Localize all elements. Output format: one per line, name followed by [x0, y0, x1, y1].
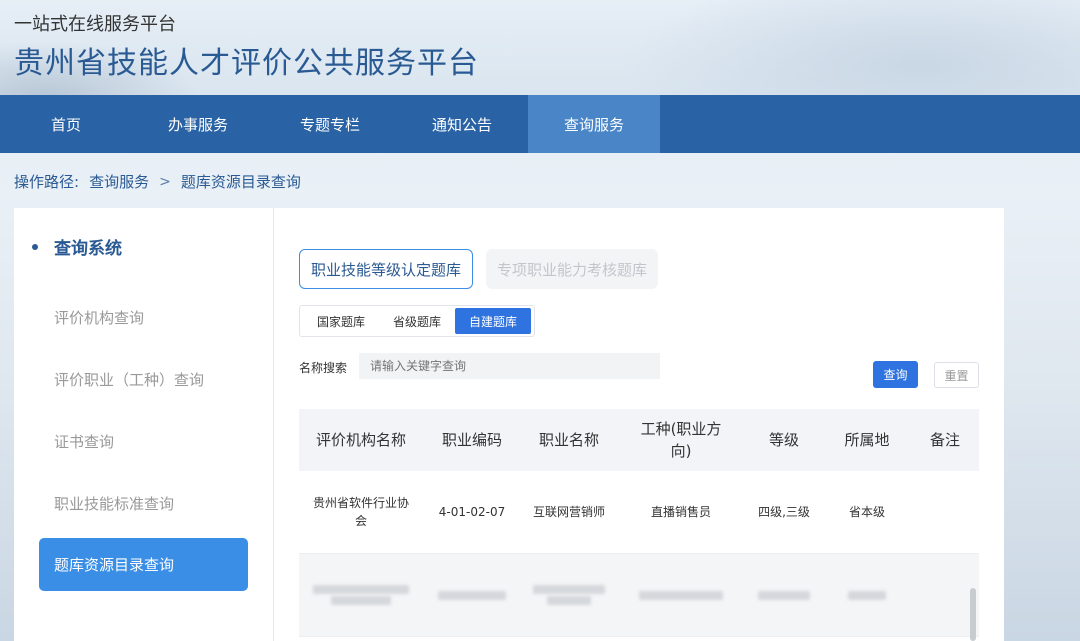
bank-type-segmented-control: 国家题库 省级题库 自建题库: [299, 305, 536, 337]
site-title: 贵州省技能人才评价公共服务平台: [14, 46, 479, 81]
redacted-cell: [423, 554, 521, 636]
sidebar-item-institution[interactable]: 评价机构查询: [54, 307, 144, 328]
sidebar: 查询系统 评价机构查询 评价职业（工种）查询 证书查询 职业技能标准查询 题库资…: [14, 208, 274, 641]
column-header: 等级: [768, 431, 799, 449]
sidebar-heading-label: 查询系统: [54, 239, 122, 259]
sidebar-item-standard[interactable]: 职业技能标准查询: [54, 493, 174, 514]
column-header: 评价机构名称: [315, 431, 406, 449]
table-row-redacted: [299, 554, 979, 637]
content-area: 职业技能等级认定题库 专项职业能力考核题库 国家题库 省级题库 自建题库 名称搜…: [299, 208, 999, 641]
nav-item-topics[interactable]: 专题专栏: [264, 95, 396, 153]
segment-self-built[interactable]: 自建题库: [455, 308, 532, 334]
sidebar-item-certificate[interactable]: 证书查询: [54, 431, 114, 452]
reset-button[interactable]: 重置: [934, 362, 979, 388]
column-header: 职业名称: [538, 431, 599, 449]
table-cell: 直播销售员: [650, 505, 711, 519]
site-header: 一站式在线服务平台 贵州省技能人才评价公共服务平台: [0, 0, 1080, 95]
table-header: 评价机构名称 职业编码 职业名称 工种(职业方向) 等级 所属地 备注: [299, 409, 979, 471]
breadcrumb: 操作路径: 查询服务 > 题库资源目录查询: [14, 171, 301, 192]
sidebar-heading: 查询系统: [32, 234, 122, 259]
table-cell: 互联网营销师: [532, 505, 605, 519]
search-input[interactable]: [359, 353, 660, 379]
breadcrumb-level2: 题库资源目录查询: [180, 173, 301, 191]
breadcrumb-prefix: 操作路径:: [14, 173, 80, 191]
nav-item-notices[interactable]: 通知公告: [396, 95, 528, 153]
results-table: 评价机构名称 职业编码 职业名称 工种(职业方向) 等级 所属地 备注 贵州省软…: [299, 409, 979, 637]
breadcrumb-separator-icon: >: [159, 173, 171, 190]
header-cloud-decoration: [620, 0, 1080, 95]
tab-skill-level-bank[interactable]: 职业技能等级认定题库: [299, 249, 474, 289]
table-scrollbar[interactable]: [970, 588, 976, 641]
query-button[interactable]: 查询: [873, 361, 918, 388]
segment-provincial[interactable]: 省级题库: [379, 308, 455, 334]
search-label: 名称搜索: [299, 361, 348, 375]
nav-item-home[interactable]: 首页: [0, 95, 132, 153]
redacted-cell: [823, 554, 911, 636]
breadcrumb-level1[interactable]: 查询服务: [89, 171, 149, 192]
nav-item-services[interactable]: 办事服务: [132, 95, 264, 153]
table-cell: 4-01-02-07: [438, 505, 506, 519]
table-cell: 贵州省软件行业协会: [312, 496, 409, 528]
redacted-cell: [911, 554, 979, 636]
redacted-cell: [617, 554, 745, 636]
column-header: 所属地: [844, 431, 890, 449]
segment-national[interactable]: 国家题库: [303, 308, 379, 334]
redacted-cell: [521, 554, 617, 636]
column-header: 职业编码: [441, 431, 502, 449]
sidebar-item-occupation[interactable]: 评价职业（工种）查询: [54, 369, 204, 390]
site-subtitle: 一站式在线服务平台: [14, 14, 176, 35]
nav-item-query[interactable]: 查询服务: [528, 95, 660, 153]
redacted-cell: [745, 554, 823, 636]
sidebar-item-question-bank[interactable]: 题库资源目录查询: [39, 538, 248, 591]
column-header: 工种(职业方向): [640, 420, 722, 460]
table-cell: 省本级: [848, 505, 885, 519]
table-cell: [911, 471, 979, 553]
main-nav: 首页 办事服务 专题专栏 通知公告 查询服务: [0, 95, 1080, 153]
column-header: 备注: [929, 431, 960, 449]
table-cell: 四级,三级: [758, 505, 810, 519]
main-panel: 查询系统 评价机构查询 评价职业（工种）查询 证书查询 职业技能标准查询 题库资…: [14, 208, 1004, 641]
redacted-cell: [299, 554, 423, 636]
table-row: 贵州省软件行业协会 4-01-02-07 互联网营销师 直播销售员 四级,三级 …: [299, 471, 979, 554]
tab-special-ability-bank[interactable]: 专项职业能力考核题库: [486, 249, 659, 289]
bullet-icon: [32, 243, 38, 250]
